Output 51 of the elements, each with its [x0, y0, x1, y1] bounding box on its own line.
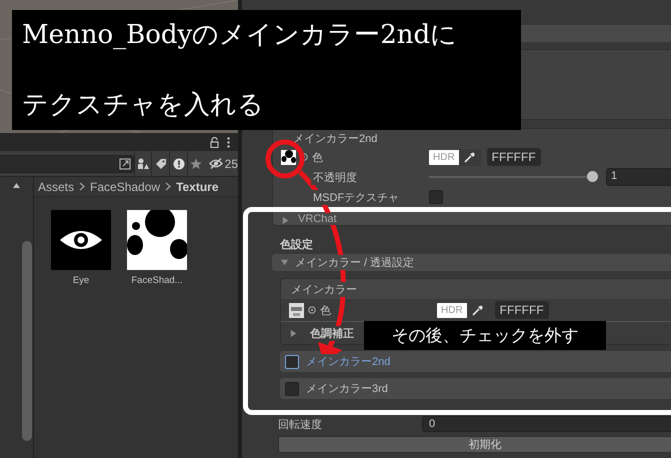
foldout-label[interactable]: VRChat — [296, 213, 339, 225]
reset-button[interactable]: 初期化 — [278, 436, 671, 453]
caption-line: テクスチャを入れる — [22, 89, 265, 122]
breadcrumb-item[interactable]: Texture — [176, 180, 219, 194]
checkbox[interactable] — [429, 190, 443, 204]
scrollbar[interactable] — [22, 241, 32, 441]
section-heading: 色設定 — [280, 238, 313, 252]
window-icon — [118, 158, 131, 170]
target-icon — [308, 306, 316, 314]
more-icon — [227, 136, 230, 148]
character-texture-thumbnail — [289, 302, 304, 318]
shapes-icon — [137, 158, 150, 170]
asset-name[interactable]: Eye — [72, 275, 90, 286]
tag-icon — [154, 158, 167, 170]
asset-name[interactable]: FaceShad... — [131, 275, 183, 286]
eyedropper-icon — [464, 152, 476, 162]
search-field[interactable] — [0, 154, 134, 172]
hex-field[interactable]: FFFFFF — [486, 148, 541, 166]
checkbox[interactable] — [285, 382, 299, 396]
checkbox[interactable] — [285, 354, 299, 368]
lock-icon — [210, 136, 219, 148]
field-label: 色 — [320, 304, 331, 318]
eyedropper-icon — [472, 304, 484, 316]
breadcrumb-item[interactable]: FaceShadow — [90, 180, 160, 194]
chevron-right-icon — [79, 182, 86, 191]
foldout-label[interactable]: 色調補正 — [308, 326, 356, 340]
warning-icon — [172, 158, 185, 170]
hidden-eye-icon — [208, 158, 223, 169]
hidden-count: 25 — [224, 156, 238, 170]
section-title: メインカラー2nd — [292, 132, 378, 146]
number-field[interactable]: 0 — [422, 416, 671, 432]
foldout-label[interactable]: メインカラー / 透過設定 — [293, 255, 416, 270]
blob-texture-thumbnail — [281, 150, 296, 164]
hex-field[interactable]: FFFFFF — [494, 301, 549, 319]
layer-label[interactable]: メインカラー3rd — [304, 381, 390, 396]
eye-texture-thumbnail — [51, 210, 111, 270]
blob-texture-thumbnail — [127, 210, 187, 270]
breadcrumb-item[interactable]: Assets — [38, 180, 74, 194]
scroll-up-icon — [13, 183, 20, 188]
number-field[interactable]: 1 — [606, 168, 671, 186]
field-label: 回転速度 — [278, 418, 322, 432]
eyedropper-button[interactable] — [458, 148, 481, 166]
caption: その後、チェックを外す — [364, 321, 606, 350]
star-icon — [190, 158, 202, 170]
caption-line: Menno_Bodyのメインカラー2ndに — [22, 19, 458, 52]
slider-thumb[interactable] — [587, 171, 598, 182]
chevron-right-icon — [165, 182, 172, 191]
field-label: 色 — [312, 150, 323, 164]
field-label: 不透明度 — [311, 170, 359, 184]
section-title: メインカラー — [289, 282, 359, 296]
layer-label[interactable]: メインカラー2nd — [304, 354, 392, 369]
